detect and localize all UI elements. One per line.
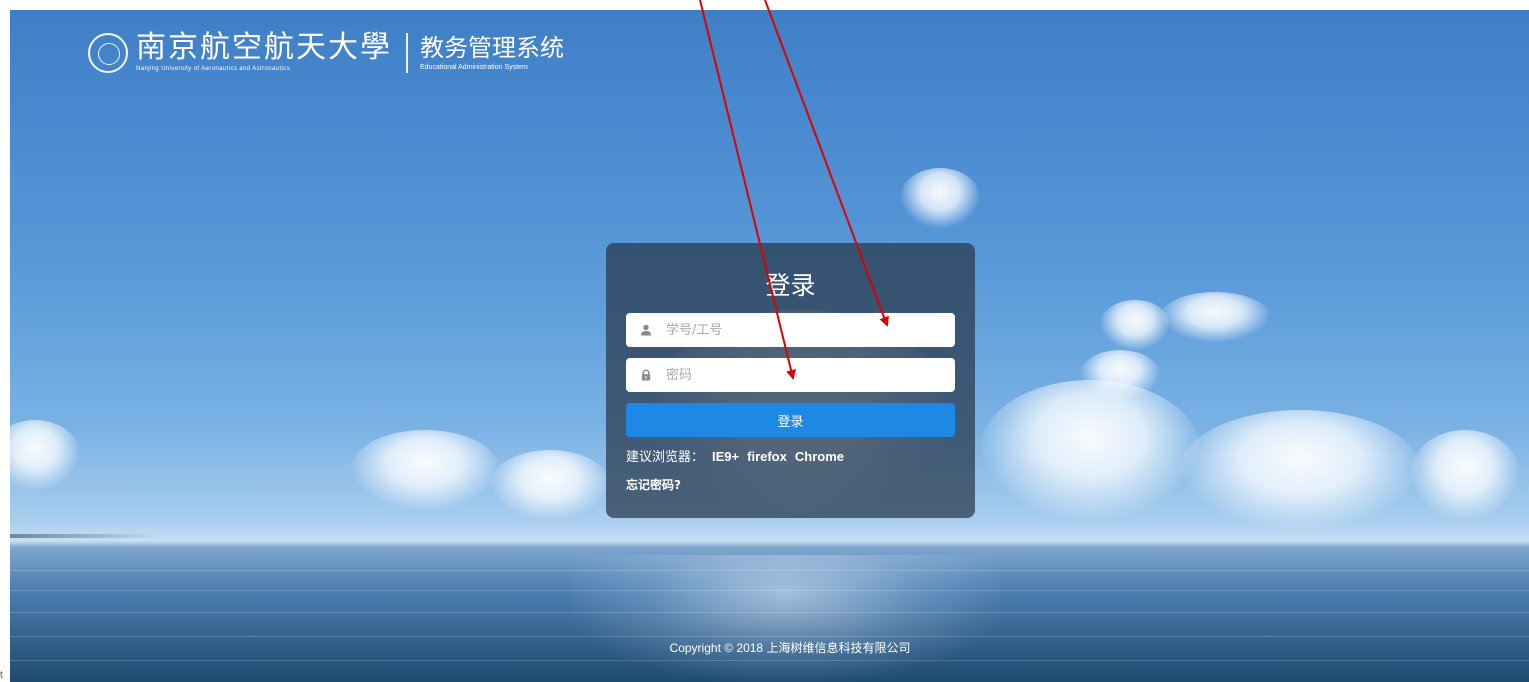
horizon-land [10,534,160,538]
browser-recommendation: 建议浏览器： IE9+ firefox Chrome [626,448,844,467]
wave-line [10,612,1529,613]
wave-line [10,570,1529,571]
wave-line [10,636,1529,637]
site-header: 南京航空航天大學 Nanjing University of Aeronauti… [88,28,564,78]
login-button[interactable]: 登录 [626,403,955,437]
login-page: 南京航空航天大學 Nanjing University of Aeronauti… [0,0,1529,682]
login-title: 登录 [765,271,816,300]
university-name-cn: 南京航空航天大學 [136,30,392,65]
copyright-text: Copyright © 2018 上海树维信息科技有限公司 [669,641,911,655]
browser-chrome: Chrome [794,449,844,464]
cloud [900,168,980,228]
cloud [1160,292,1270,342]
cloud [980,380,1200,520]
browser-ie: IE9+ [712,449,740,464]
cloud [1410,430,1520,520]
system-name: 教务管理系统 Educational Administration System [420,33,564,73]
user-icon [641,324,651,336]
system-name-cn: 教务管理系统 [420,34,564,62]
university-name: 南京航空航天大學 Nanjing University of Aeronauti… [136,32,392,74]
cloud [1180,410,1420,530]
username-input[interactable] [666,315,926,345]
username-field[interactable] [626,313,955,347]
password-field[interactable] [626,358,955,392]
forgot-password-link[interactable]: 忘记密码? [626,476,681,494]
cloud [350,430,500,510]
corner-text: t [0,670,3,681]
sea-glint [570,555,1000,682]
system-name-en: Educational Administration System [420,64,528,71]
cloud [1100,300,1170,350]
cloud [490,450,610,520]
cloud [10,420,80,490]
password-input[interactable] [666,360,926,390]
header-divider [406,33,408,73]
wave-line [10,660,1529,661]
wave-line [10,590,1529,591]
browser-firefox: firefox [747,449,787,464]
login-panel: 登录 登录 建议浏览器： IE9+ firefox Chrome 忘记密码? [606,243,975,518]
browser-hint-label: 建议浏览器： [626,450,705,465]
university-name-en: Nanjing University of Aeronautics and As… [136,66,291,72]
lock-icon [641,369,651,381]
university-seal-icon [88,33,128,73]
